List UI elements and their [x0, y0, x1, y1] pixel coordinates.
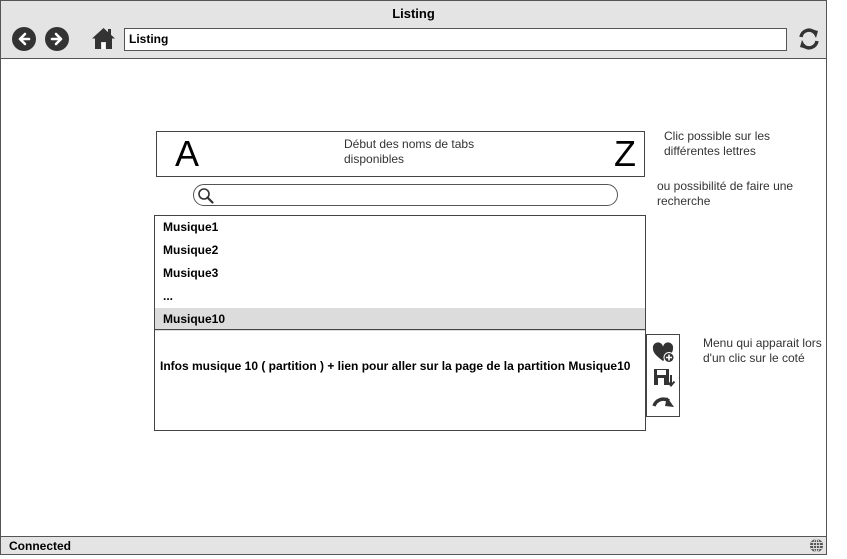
- arrow-left-icon: [18, 32, 31, 46]
- detail-text[interactable]: Infos musique 10 ( partition ) + lien po…: [160, 359, 630, 373]
- letters-note: Clic possible sur les différentes lettre…: [664, 129, 771, 158]
- letter-a-link[interactable]: A: [175, 134, 199, 174]
- browser-window: Listing Listing A Début des noms de tabs…: [0, 0, 827, 555]
- save-download-icon[interactable]: [652, 367, 676, 389]
- side-menu: [646, 334, 680, 417]
- redo-arrow-icon[interactable]: [652, 393, 676, 415]
- alphabet-description: Début des noms de tabs disponibles: [344, 137, 475, 166]
- list-item[interactable]: Musique3: [155, 262, 645, 285]
- list-item[interactable]: ...: [155, 285, 645, 308]
- title-bar: Listing Listing: [1, 1, 826, 59]
- status-text: Connected: [9, 539, 72, 553]
- home-icon[interactable]: [91, 26, 116, 51]
- search-icon: [198, 188, 214, 204]
- back-button[interactable]: [12, 27, 36, 51]
- menu-note: Menu qui apparait lors d'un clic sur le …: [703, 336, 822, 365]
- search-input[interactable]: [193, 184, 618, 206]
- list-item-selected[interactable]: Musique10: [155, 308, 645, 331]
- alphabet-filter: A Début des noms de tabs disponibles Z: [156, 131, 645, 177]
- arrow-right-icon: [50, 32, 63, 46]
- window-title: Listing: [392, 6, 435, 21]
- status-bar: Connected: [1, 536, 826, 554]
- letter-z-link[interactable]: Z: [614, 134, 636, 174]
- globe-icon: [810, 538, 823, 553]
- forward-button[interactable]: [45, 27, 69, 51]
- music-list: Musique1 Musique2 Musique3 ... Musique10…: [154, 215, 646, 431]
- heart-add-icon[interactable]: [652, 342, 676, 364]
- list-item[interactable]: Musique2: [155, 239, 645, 262]
- refresh-icon[interactable]: [796, 26, 822, 52]
- search-note: ou possibilité de faire une recherche: [657, 179, 794, 208]
- detail-panel: Infos musique 10 ( partition ) + lien po…: [155, 329, 645, 430]
- list-item[interactable]: Musique1: [155, 216, 645, 239]
- address-bar[interactable]: Listing: [124, 28, 787, 51]
